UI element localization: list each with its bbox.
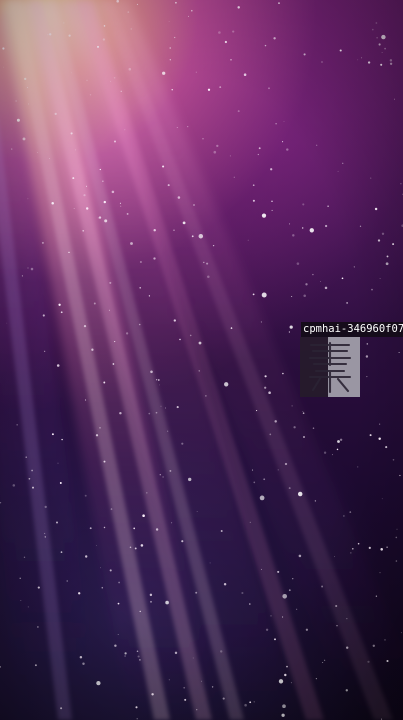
watermark-logo-glyph-icon (300, 337, 360, 397)
watermark-id: cpmhai-346960f07 (301, 322, 403, 337)
watermark-logo-icon (300, 337, 360, 397)
